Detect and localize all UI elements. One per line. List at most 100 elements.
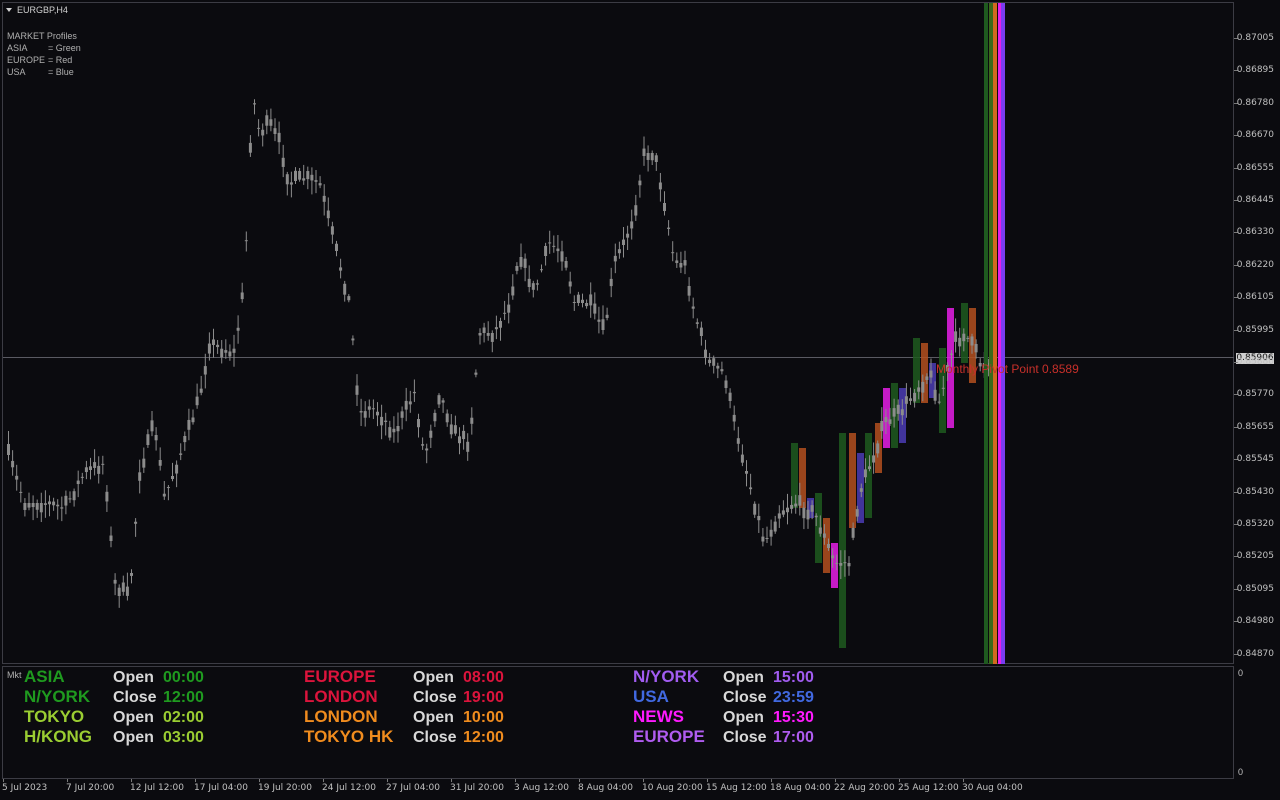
- price-axis-label: 0.85770: [1236, 389, 1274, 400]
- time-axis-tick: [643, 779, 644, 782]
- price-axis[interactable]: 0.85906 0.87005 0.86895 0.86780 0.86670 0.86…: [1234, 2, 1280, 779]
- time-axis[interactable]: 5 Jul 2023 7 Jul 20:00 12 Jul 12:00 17 Jul …: [0, 779, 1280, 800]
- candle-body: [449, 424, 453, 435]
- candle-body: [281, 157, 285, 167]
- candle-body: [68, 498, 72, 500]
- candle-body: [904, 396, 908, 404]
- candle-body: [609, 278, 613, 287]
- candle-body: [265, 115, 269, 126]
- session-profile-block: [839, 433, 846, 648]
- candle-body: [134, 521, 138, 524]
- candle-body: [925, 376, 929, 381]
- price-axis-label: 0.85880: [1236, 357, 1274, 367]
- candle-body: [31, 503, 35, 508]
- candle-body: [19, 491, 23, 493]
- candle-body: [285, 174, 289, 185]
- candle-body: [810, 505, 814, 512]
- candle-body: [269, 119, 273, 126]
- dropdown-triangle-icon[interactable]: [6, 8, 12, 12]
- legend-title: MARKET Profiles: [7, 31, 77, 41]
- candle-body: [207, 343, 211, 354]
- candle-body: [658, 182, 662, 190]
- candle-body: [814, 515, 818, 518]
- session-time: 15:00: [773, 669, 814, 686]
- session-label: Open: [413, 669, 454, 686]
- candle-body: [773, 521, 777, 532]
- candle-body: [195, 396, 199, 406]
- candle-body: [855, 509, 859, 517]
- candle-body: [367, 406, 371, 410]
- candle-body: [388, 427, 392, 438]
- candle-body: [605, 314, 609, 318]
- candle-body: [244, 240, 248, 242]
- candle-body: [146, 434, 150, 445]
- price-axis-label: 0.86330: [1236, 227, 1274, 238]
- time-axis-tick: [387, 779, 388, 782]
- candle-body: [380, 416, 384, 426]
- candle-body: [39, 503, 43, 513]
- session-time: 02:00: [163, 709, 204, 726]
- candle-body: [724, 380, 728, 388]
- candle-body: [76, 480, 80, 485]
- session-name: TOKYO HK: [304, 727, 394, 746]
- candle-body: [757, 515, 761, 521]
- session-name: ASIA: [24, 667, 65, 686]
- time-axis-label: 7 Jul 20:00: [66, 783, 115, 793]
- candle-body: [617, 249, 621, 254]
- candle-body: [326, 210, 330, 219]
- candle-body: [790, 504, 794, 509]
- subwindow-indicator-name: Mkt: [7, 670, 22, 680]
- price-axis-label: 0.86220: [1236, 259, 1274, 270]
- candle-body: [601, 319, 605, 330]
- candle-body: [257, 127, 261, 129]
- candle-body: [236, 327, 240, 331]
- candle-body: [314, 180, 318, 182]
- candle-body: [876, 443, 880, 454]
- candle-body: [109, 535, 113, 541]
- session-time: 17:00: [773, 729, 814, 746]
- candle-body: [441, 400, 445, 403]
- session-name: EUROPE: [633, 727, 705, 746]
- candle-body: [769, 529, 773, 537]
- time-axis-label: 31 Jul 20:00: [450, 783, 504, 793]
- candle-body: [868, 466, 871, 470]
- time-axis-tick: [3, 779, 4, 782]
- session-profile-block: [921, 343, 928, 403]
- candle-body: [417, 419, 420, 428]
- candle-body: [162, 493, 166, 497]
- candle-body: [183, 436, 187, 443]
- candle-body: [302, 178, 306, 181]
- time-axis-tick: [131, 779, 132, 782]
- time-axis-label: 3 Aug 12:00: [514, 783, 569, 793]
- session-label: Open: [723, 709, 764, 726]
- candle-body: [412, 391, 416, 394]
- candle-body: [486, 333, 490, 336]
- candle-body: [535, 283, 539, 285]
- time-axis-tick: [515, 779, 516, 782]
- candle-body: [646, 153, 650, 160]
- candle-body: [228, 351, 232, 357]
- candle-body: [638, 180, 642, 186]
- candle-body: [80, 476, 84, 478]
- candle-body: [212, 339, 215, 345]
- candle-body: [253, 103, 256, 105]
- candle-body: [872, 455, 876, 463]
- candle-body: [117, 587, 121, 597]
- candle-body: [35, 503, 39, 510]
- price-chart-canvas[interactable]: [3, 3, 1234, 664]
- candle-body: [113, 579, 117, 584]
- candle-body: [921, 381, 925, 393]
- price-axis-label: 0.85430: [1236, 486, 1274, 497]
- chart-symbol-label[interactable]: EURGBP,H4: [6, 5, 68, 15]
- session-time: 12:00: [463, 729, 504, 746]
- candle-body: [736, 438, 740, 444]
- time-axis-tick: [963, 779, 964, 782]
- candle-body: [27, 503, 31, 508]
- candle-body: [490, 333, 494, 342]
- candle-body: [359, 411, 363, 413]
- candle-body: [589, 294, 593, 306]
- candle-body: [781, 510, 785, 515]
- candle-body: [687, 286, 691, 296]
- time-axis-label: 8 Aug 04:00: [578, 783, 633, 793]
- price-axis-label: 0.85320: [1236, 519, 1274, 529]
